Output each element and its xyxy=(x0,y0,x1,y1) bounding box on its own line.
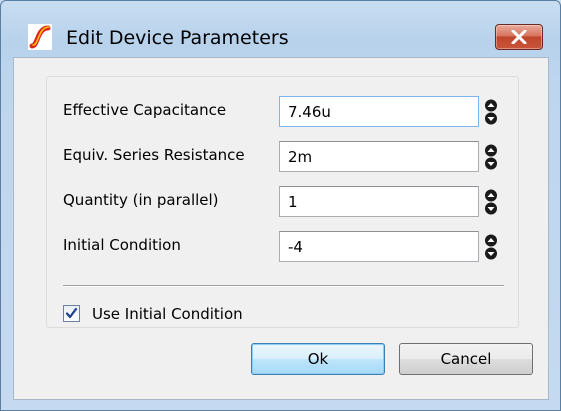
checkmark-icon xyxy=(65,307,78,319)
equiv-series-resistance-label: Equiv. Series Resistance xyxy=(63,146,245,164)
close-icon xyxy=(511,30,527,44)
initial-condition-field[interactable] xyxy=(279,231,479,262)
ok-button[interactable]: Ok xyxy=(251,343,385,375)
effective-capacitance-spinner[interactable] xyxy=(484,99,498,125)
close-button[interactable] xyxy=(495,24,543,50)
use-initial-condition-checkbox[interactable] xyxy=(63,305,80,322)
title-bar[interactable]: Edit Device Parameters xyxy=(1,1,560,57)
dialog-client-area: Effective Capacitance Equiv. Series Resi… xyxy=(13,57,549,400)
parameters-panel: Effective Capacitance Equiv. Series Resi… xyxy=(46,76,519,328)
window-title: Edit Device Parameters xyxy=(66,27,289,49)
divider xyxy=(63,285,504,287)
cancel-button[interactable]: Cancel xyxy=(399,343,533,375)
effective-capacitance-field[interactable] xyxy=(279,96,479,127)
initial-condition-label: Initial Condition xyxy=(63,236,181,254)
edit-device-parameters-dialog: Edit Device Parameters Effective Capacit… xyxy=(0,0,561,411)
use-initial-condition-label[interactable]: Use Initial Condition xyxy=(92,304,243,324)
simetrix-logo-icon xyxy=(28,24,52,50)
quantity-label: Quantity (in parallel) xyxy=(63,191,219,209)
effective-capacitance-label: Effective Capacitance xyxy=(63,101,227,119)
quantity-field[interactable] xyxy=(279,186,479,217)
initial-condition-spinner[interactable] xyxy=(484,234,498,260)
equiv-series-resistance-field[interactable] xyxy=(279,141,479,172)
equiv-series-resistance-spinner[interactable] xyxy=(484,144,498,170)
quantity-spinner[interactable] xyxy=(484,189,498,215)
